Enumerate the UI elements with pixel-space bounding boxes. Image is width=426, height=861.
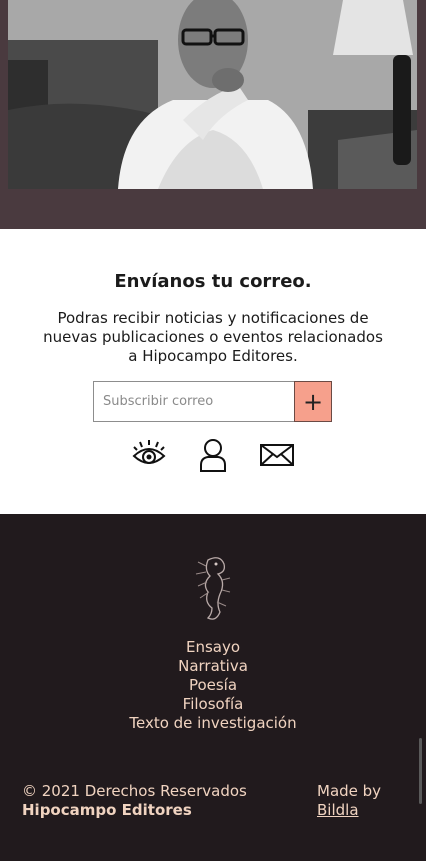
subscribe-form: +: [93, 381, 332, 422]
copyright: © 2021 Derechos Reservados Hipocampo Edi…: [22, 782, 247, 820]
social-icons: [0, 437, 426, 473]
made-by: Made by Bildla: [317, 782, 381, 820]
brand-name: Hipocampo Editores: [22, 801, 192, 819]
footer-link-narrativa[interactable]: Narrativa: [0, 657, 426, 676]
footer-link-ensayo[interactable]: Ensayo: [0, 638, 426, 657]
made-by-label: Made by: [317, 782, 382, 800]
user-icon[interactable]: [195, 437, 231, 473]
subscribe-button[interactable]: +: [294, 381, 332, 422]
seahorse-logo[interactable]: [186, 552, 238, 624]
made-by-link[interactable]: Bildla: [317, 801, 359, 819]
category-links: Ensayo Narrativa Poesía Filosofía Texto …: [0, 638, 426, 733]
author-photo: [8, 0, 417, 189]
scrollbar[interactable]: [419, 738, 422, 804]
eye-icon[interactable]: [131, 437, 167, 473]
newsletter-title: Envíanos tu correo.: [114, 271, 312, 292]
newsletter-description: Podras recibir noticias y notificaciones…: [43, 309, 383, 365]
newsletter-section: Envíanos tu correo. Podras recibir notic…: [0, 229, 426, 514]
footer-link-poesia[interactable]: Poesía: [0, 676, 426, 695]
site-footer: Ensayo Narrativa Poesía Filosofía Texto …: [0, 514, 426, 861]
copyright-text: © 2021 Derechos Reservados: [22, 782, 247, 800]
hero-section: [0, 0, 426, 229]
mail-icon[interactable]: [259, 437, 295, 473]
footer-link-filosofia[interactable]: Filosofía: [0, 695, 426, 714]
email-subscribe-input[interactable]: [93, 381, 303, 422]
footer-link-texto-investigacion[interactable]: Texto de investigación: [0, 714, 426, 733]
